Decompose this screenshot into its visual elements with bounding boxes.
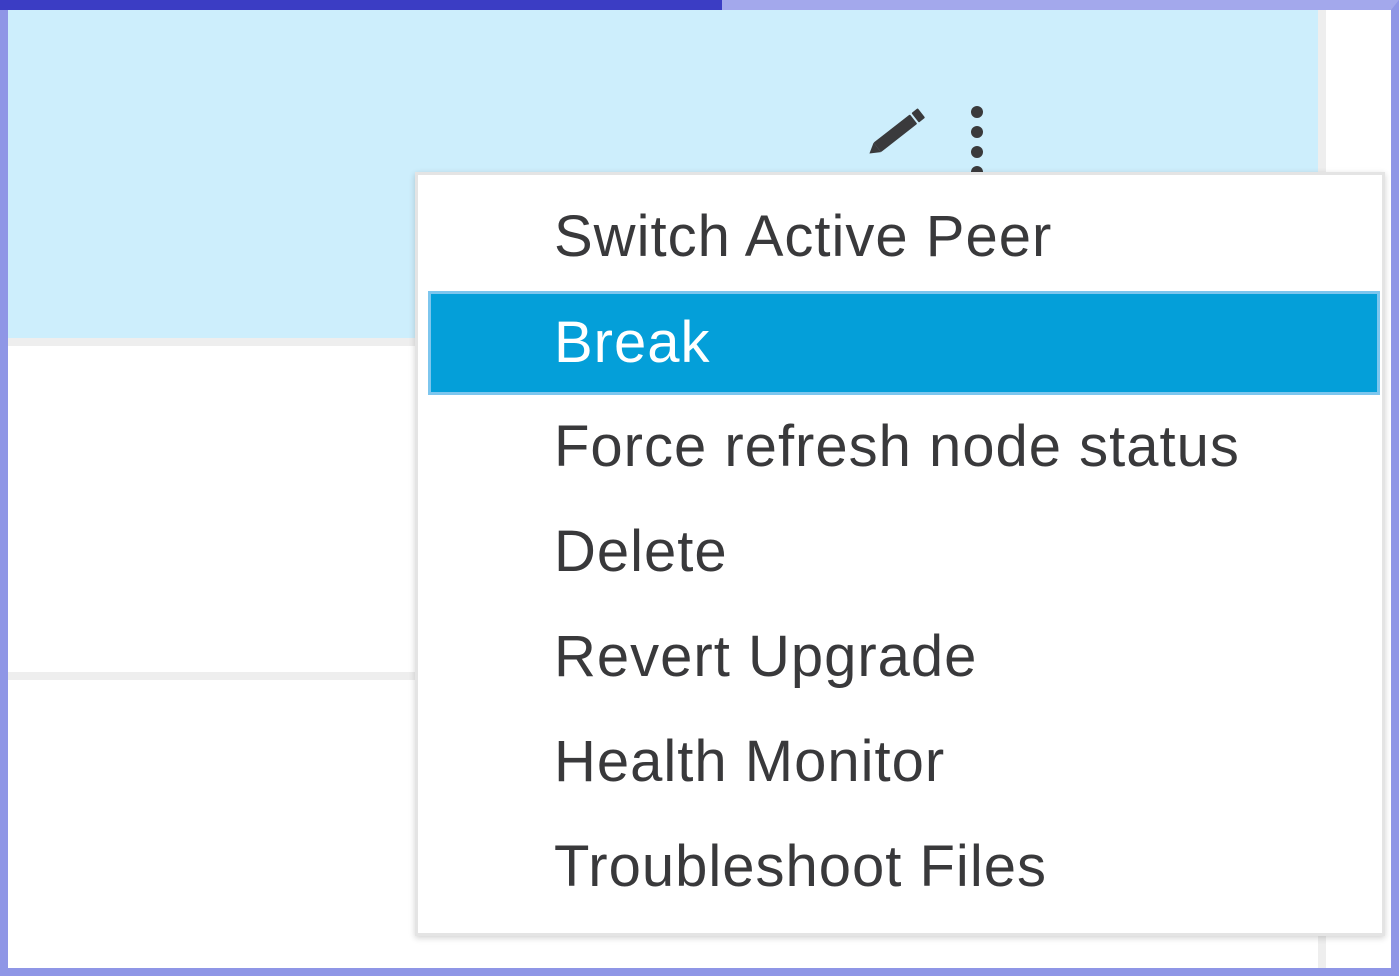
focus-indicator — [0, 0, 722, 10]
row-actions-menu: Switch Active Peer Break Force refresh n… — [415, 172, 1385, 936]
menu-item-break[interactable]: Break — [428, 291, 1380, 395]
menu-item-revert-upgrade[interactable]: Revert Upgrade — [428, 605, 1380, 709]
menu-item-force-refresh-node-status[interactable]: Force refresh node status — [428, 395, 1380, 499]
menu-item-switch-active-peer[interactable]: Switch Active Peer — [428, 185, 1380, 289]
menu-item-delete[interactable]: Delete — [428, 500, 1380, 604]
more-vertical-icon[interactable] — [962, 100, 992, 178]
pencil-icon[interactable] — [862, 100, 932, 164]
menu-item-health-monitor[interactable]: Health Monitor — [428, 710, 1380, 814]
menu-item-troubleshoot-files[interactable]: Troubleshoot Files — [428, 815, 1380, 919]
